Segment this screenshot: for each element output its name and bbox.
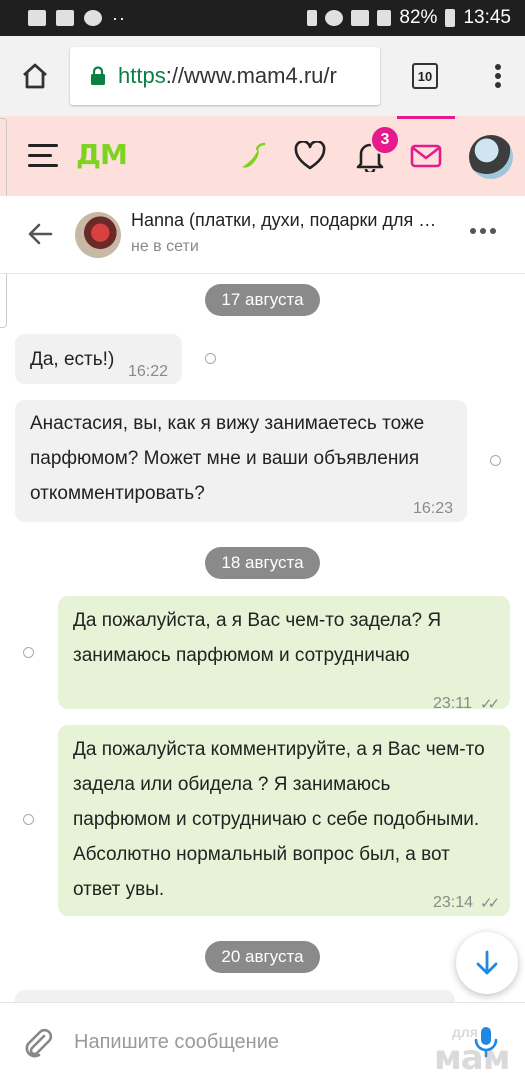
chat-header: Hanna (платки, духи, подарки для с... не… (0, 196, 525, 274)
read-status-dot (23, 647, 34, 658)
message-partial (15, 990, 455, 1002)
tab-switcher-button[interactable]: 10 (380, 36, 470, 116)
pepper-button[interactable] (232, 116, 272, 196)
paperclip-icon (25, 1028, 53, 1058)
dot-icon (470, 228, 476, 234)
read-status-dot (205, 353, 216, 364)
date-separator: 20 августа (205, 941, 320, 973)
clock: 13:45 (463, 7, 511, 28)
back-button[interactable] (26, 220, 54, 253)
envelope-icon (410, 144, 442, 168)
url-scheme: https (118, 63, 166, 88)
read-status-dot (490, 455, 501, 466)
battery-percent: 82% (399, 7, 438, 28)
message-incoming[interactable]: Анастасия, вы, как я вижу занимаетесь то… (15, 400, 467, 522)
alarm-icon (325, 10, 344, 26)
dot-icon (490, 228, 496, 234)
home-icon (23, 63, 47, 89)
message-text: Да пожалуйста комментируйте, а я Вас чем… (73, 739, 485, 900)
notifications-badge: 3 (370, 125, 400, 155)
kebab-menu-icon (494, 64, 501, 88)
scroll-to-bottom-button[interactable] (456, 932, 518, 994)
site-watermark: мам (434, 1038, 511, 1078)
wifi-icon (351, 10, 370, 26)
tab-count: 10 (412, 63, 438, 89)
message-time: 23:11 (433, 695, 472, 712)
date-separator: 17 августа (205, 284, 320, 316)
message-incoming[interactable]: Да, есть!) 16:22 (15, 334, 182, 384)
double-check-icon: ✓✓ (480, 895, 500, 912)
message-outgoing[interactable]: Да пожалуйста комментируйте, а я Вас чем… (58, 725, 510, 916)
message-time: 16:22 (128, 363, 169, 380)
favorites-button[interactable] (290, 116, 330, 196)
message-outgoing[interactable]: Да пожалуйста, а я Вас чем-то задела? Я … (58, 596, 510, 713)
home-button[interactable] (0, 36, 70, 116)
site-header: ДМ (0, 116, 525, 196)
message-time: 23:14 (433, 894, 474, 911)
bluetooth-icon (307, 10, 318, 26)
read-status-dot (23, 814, 34, 825)
message-text: Анастасия, вы, как я вижу занимаетесь то… (30, 413, 425, 504)
battery-icon (445, 9, 456, 27)
active-section-indicator (397, 116, 455, 119)
user-avatar[interactable] (469, 135, 513, 179)
message-input[interactable] (74, 1021, 454, 1063)
messages-button[interactable] (406, 116, 446, 196)
sneaker-notification-icon (56, 10, 74, 26)
date-separator: 18 августа (205, 547, 320, 579)
message-text: Да пожалуйста, а я Вас чем-то задела? Я … (73, 610, 442, 666)
peer-status: не в сети (131, 238, 199, 255)
site-logo[interactable]: ДМ (76, 138, 128, 171)
whatsapp-icon (84, 10, 102, 26)
message-text: Да, есть!) (30, 349, 115, 370)
app-notification-icon (28, 10, 46, 26)
heart-icon (294, 141, 326, 170)
arrow-down-icon (476, 950, 498, 975)
browser-toolbar: https://www.mam4.ru/r 10 (0, 36, 525, 116)
android-status-bar: ·· 82% 13:45 (0, 0, 525, 36)
pepper-icon (242, 142, 266, 168)
address-bar[interactable]: https://www.mam4.ru/r (70, 47, 380, 105)
double-check-icon: ✓✓ (480, 696, 500, 713)
peer-name[interactable]: Hanna (платки, духи, подарки для с... (131, 210, 441, 231)
dot-icon (480, 228, 486, 234)
signal-icon (377, 10, 392, 26)
chat-options-button[interactable] (470, 228, 496, 234)
arrow-left-icon (28, 223, 53, 245)
attach-button[interactable] (22, 1027, 54, 1064)
hamburger-menu-button[interactable] (28, 144, 58, 168)
url-text: ://www.mam4.ru/r (165, 63, 337, 88)
browser-menu-button[interactable] (470, 36, 525, 116)
peer-avatar[interactable] (75, 212, 121, 258)
more-notifications-icon: ·· (112, 7, 126, 28)
message-time: 16:23 (413, 500, 454, 517)
lock-icon (91, 66, 105, 85)
